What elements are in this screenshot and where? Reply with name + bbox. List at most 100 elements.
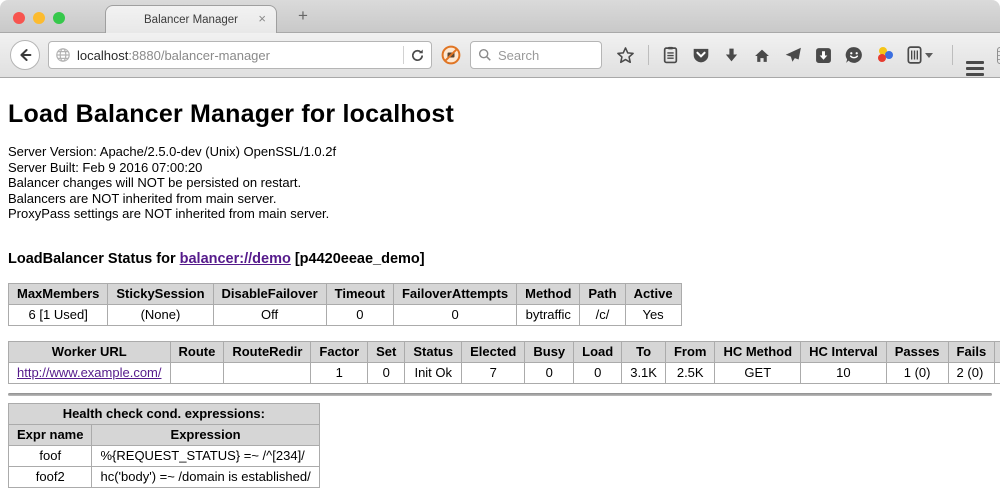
star-icon	[616, 46, 635, 65]
server-info: Server Version: Apache/2.5.0-dev (Unix) …	[8, 144, 992, 222]
minimize-window-button[interactable]	[33, 12, 45, 24]
feedback-button[interactable]	[845, 46, 863, 64]
cell-hc-uri	[995, 362, 1000, 383]
plugin-blocked-icon	[441, 45, 461, 65]
table-row: foof2 hc('body') =~ /domain is establish…	[9, 466, 320, 487]
col-hc-interval: HC Interval	[801, 341, 887, 362]
cell-route	[170, 362, 224, 383]
col-fails: Fails	[948, 341, 995, 362]
cell-status: Init Ok	[405, 362, 462, 383]
col-failoverattempts: FailoverAttempts	[393, 283, 516, 304]
server-built-line: Server Built: Feb 9 2016 07:00:20	[8, 160, 992, 176]
table-header-row: MaxMembers StickySession DisableFailover…	[9, 283, 682, 304]
cell-passes: 1 (0)	[886, 362, 948, 383]
cell-path: /c/	[580, 304, 625, 325]
colored-dots-extension-button[interactable]	[876, 46, 894, 64]
menu-button[interactable]	[966, 46, 984, 64]
cell-active: Yes	[625, 304, 681, 325]
red-dot-icon	[878, 54, 886, 62]
urlbar-divider	[403, 46, 404, 64]
clipboard-icon	[662, 46, 679, 64]
tab-close-icon[interactable]: ×	[258, 11, 266, 26]
cell-set: 0	[368, 362, 405, 383]
health-table-title: Health check cond. expressions:	[9, 403, 320, 424]
tab-balancer-manager[interactable]: Balancer Manager ×	[105, 5, 277, 33]
col-hc-uri: HC uri	[995, 341, 1000, 362]
search-placeholder: Search	[498, 48, 539, 63]
cell-expression: %{REQUEST_STATUS} =~ /^[234]/	[92, 445, 319, 466]
worker-status-table: Worker URL Route RouteRedir Factor Set S…	[8, 341, 1000, 384]
col-stickysession: StickySession	[108, 283, 213, 304]
cell-maxmembers: 6 [1 Used]	[9, 304, 108, 325]
cell-worker-url: http://www.example.com/	[9, 362, 171, 383]
reading-list-button[interactable]	[662, 46, 679, 64]
balancer-settings-table: MaxMembers StickySession DisableFailover…	[8, 283, 682, 326]
table-row: http://www.example.com/ 1 0 Init Ok 7 0 …	[9, 362, 1000, 383]
cell-expression: hc('body') =~ /domain is established/	[92, 466, 319, 487]
cell-expr-name: foof2	[9, 466, 92, 487]
zoom-window-button[interactable]	[53, 12, 65, 24]
col-passes: Passes	[886, 341, 948, 362]
container-menu-button[interactable]	[907, 46, 933, 64]
status-heading-suffix: [p4420eeae_demo]	[291, 251, 425, 267]
url-text[interactable]: localhost:8880/balancer-manager	[77, 48, 397, 63]
col-factor: Factor	[311, 341, 368, 362]
col-worker-url: Worker URL	[9, 341, 171, 362]
col-path: Path	[580, 283, 625, 304]
table-row: foof %{REQUEST_STATUS} =~ /^[234]/	[9, 445, 320, 466]
back-button[interactable]	[10, 40, 40, 70]
plugin-blocked-button[interactable]	[441, 42, 461, 68]
table-row: 6 [1 Used] (None) Off 0 0 bytraffic /c/ …	[9, 304, 682, 325]
persist-note-line: Balancer changes will NOT be persisted o…	[8, 175, 992, 191]
container-icon	[907, 46, 922, 64]
table-header-row: Worker URL Route RouteRedir Factor Set S…	[9, 341, 1000, 362]
hamburger-icon	[966, 61, 984, 64]
navigation-toolbar: localhost:8880/balancer-manager Search	[0, 33, 1000, 78]
col-timeout: Timeout	[326, 283, 393, 304]
url-bar[interactable]: localhost:8880/balancer-manager	[48, 41, 432, 69]
send-tab-button[interactable]	[784, 46, 802, 64]
toolbar-divider	[648, 45, 649, 65]
cell-load: 0	[574, 362, 622, 383]
worker-url-link[interactable]: http://www.example.com/	[17, 365, 162, 380]
url-host: localhost	[77, 48, 128, 63]
url-path: :8880/balancer-manager	[128, 48, 270, 63]
cell-timeout: 0	[326, 304, 393, 325]
download-arrow-icon	[723, 47, 740, 64]
close-window-button[interactable]	[13, 12, 25, 24]
cell-failoverattempts: 0	[393, 304, 516, 325]
downloads-button[interactable]	[723, 47, 740, 64]
proxypass-note-line: ProxyPass settings are NOT inherited fro…	[8, 206, 992, 222]
chevron-down-icon	[925, 53, 933, 58]
site-identity-globe-icon[interactable]	[55, 47, 71, 63]
col-routeredir: RouteRedir	[224, 341, 311, 362]
balancer-demo-link[interactable]: balancer://demo	[180, 251, 291, 267]
bookmark-star-button[interactable]	[616, 46, 635, 65]
col-expression: Expression	[92, 424, 319, 445]
col-maxmembers: MaxMembers	[9, 283, 108, 304]
cell-from: 2.5K	[665, 362, 715, 383]
pocket-button[interactable]	[692, 46, 710, 64]
col-expr-name: Expr name	[9, 424, 92, 445]
video-download-button[interactable]	[815, 47, 832, 64]
cell-expr-name: foof	[9, 445, 92, 466]
paper-plane-icon	[784, 46, 802, 64]
col-method: Method	[517, 283, 580, 304]
col-busy: Busy	[525, 341, 574, 362]
smiley-bubble-icon	[845, 46, 863, 64]
search-input[interactable]: Search	[470, 41, 602, 69]
cell-stickysession: (None)	[108, 304, 213, 325]
tab-title: Balancer Manager	[144, 14, 238, 26]
home-icon	[753, 47, 771, 64]
cell-disablefailover: Off	[213, 304, 326, 325]
toolbar-buttons	[616, 45, 1000, 65]
status-heading-prefix: LoadBalancer Status for	[8, 251, 180, 267]
server-version-line: Server Version: Apache/2.5.0-dev (Unix) …	[8, 144, 992, 160]
col-to: To	[622, 341, 666, 362]
health-check-expressions-table: Health check cond. expressions: Expr nam…	[8, 403, 320, 488]
table-header-row: Expr name Expression	[9, 424, 320, 445]
separator	[8, 393, 992, 396]
reload-button[interactable]	[410, 48, 425, 63]
home-button[interactable]	[753, 47, 771, 64]
new-tab-button[interactable]: +	[292, 4, 314, 28]
